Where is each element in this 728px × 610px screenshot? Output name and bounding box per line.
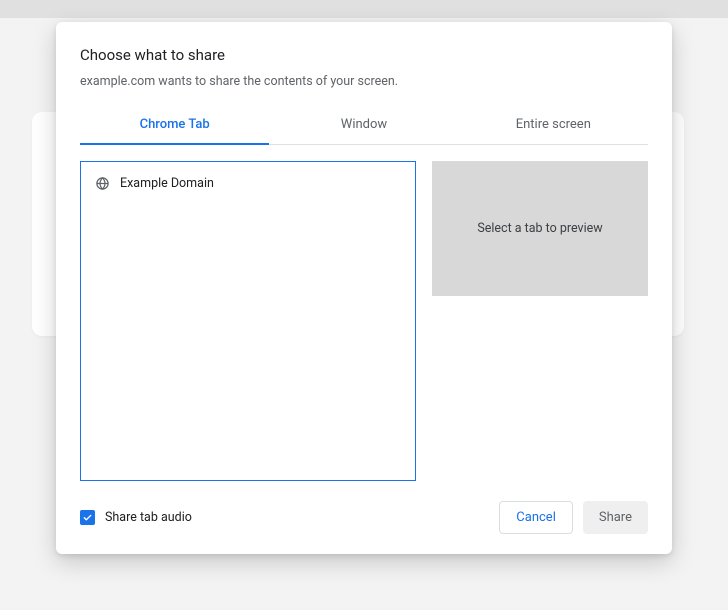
cancel-button[interactable]: Cancel bbox=[499, 501, 573, 534]
share-audio-checkbox[interactable] bbox=[80, 510, 95, 525]
preview-column: Select a tab to preview bbox=[432, 161, 648, 481]
share-dialog: Choose what to share example.com wants t… bbox=[56, 22, 672, 554]
globe-icon bbox=[95, 176, 110, 191]
share-button[interactable]: Share bbox=[583, 501, 648, 534]
share-type-tabs: Chrome Tab Window Entire screen bbox=[80, 107, 648, 145]
tab-list[interactable]: Example Domain bbox=[80, 161, 416, 481]
dialog-footer: Share tab audio Cancel Share bbox=[80, 501, 648, 534]
preview-placeholder: Select a tab to preview bbox=[432, 161, 648, 296]
check-icon bbox=[82, 512, 93, 523]
share-audio-row: Share tab audio bbox=[80, 510, 192, 525]
dialog-subtitle: example.com wants to share the contents … bbox=[80, 74, 648, 89]
tab-list-item-label: Example Domain bbox=[120, 176, 214, 191]
tab-entire-screen[interactable]: Entire screen bbox=[459, 107, 648, 144]
tab-chrome-tab[interactable]: Chrome Tab bbox=[80, 107, 269, 144]
tab-list-item[interactable]: Example Domain bbox=[81, 170, 415, 197]
dialog-title: Choose what to share bbox=[80, 46, 648, 64]
browser-top-bar bbox=[0, 0, 728, 18]
content-row: Example Domain Select a tab to preview bbox=[80, 161, 648, 481]
share-audio-label: Share tab audio bbox=[105, 510, 192, 525]
tab-window[interactable]: Window bbox=[269, 107, 458, 144]
dialog-buttons: Cancel Share bbox=[499, 501, 648, 534]
